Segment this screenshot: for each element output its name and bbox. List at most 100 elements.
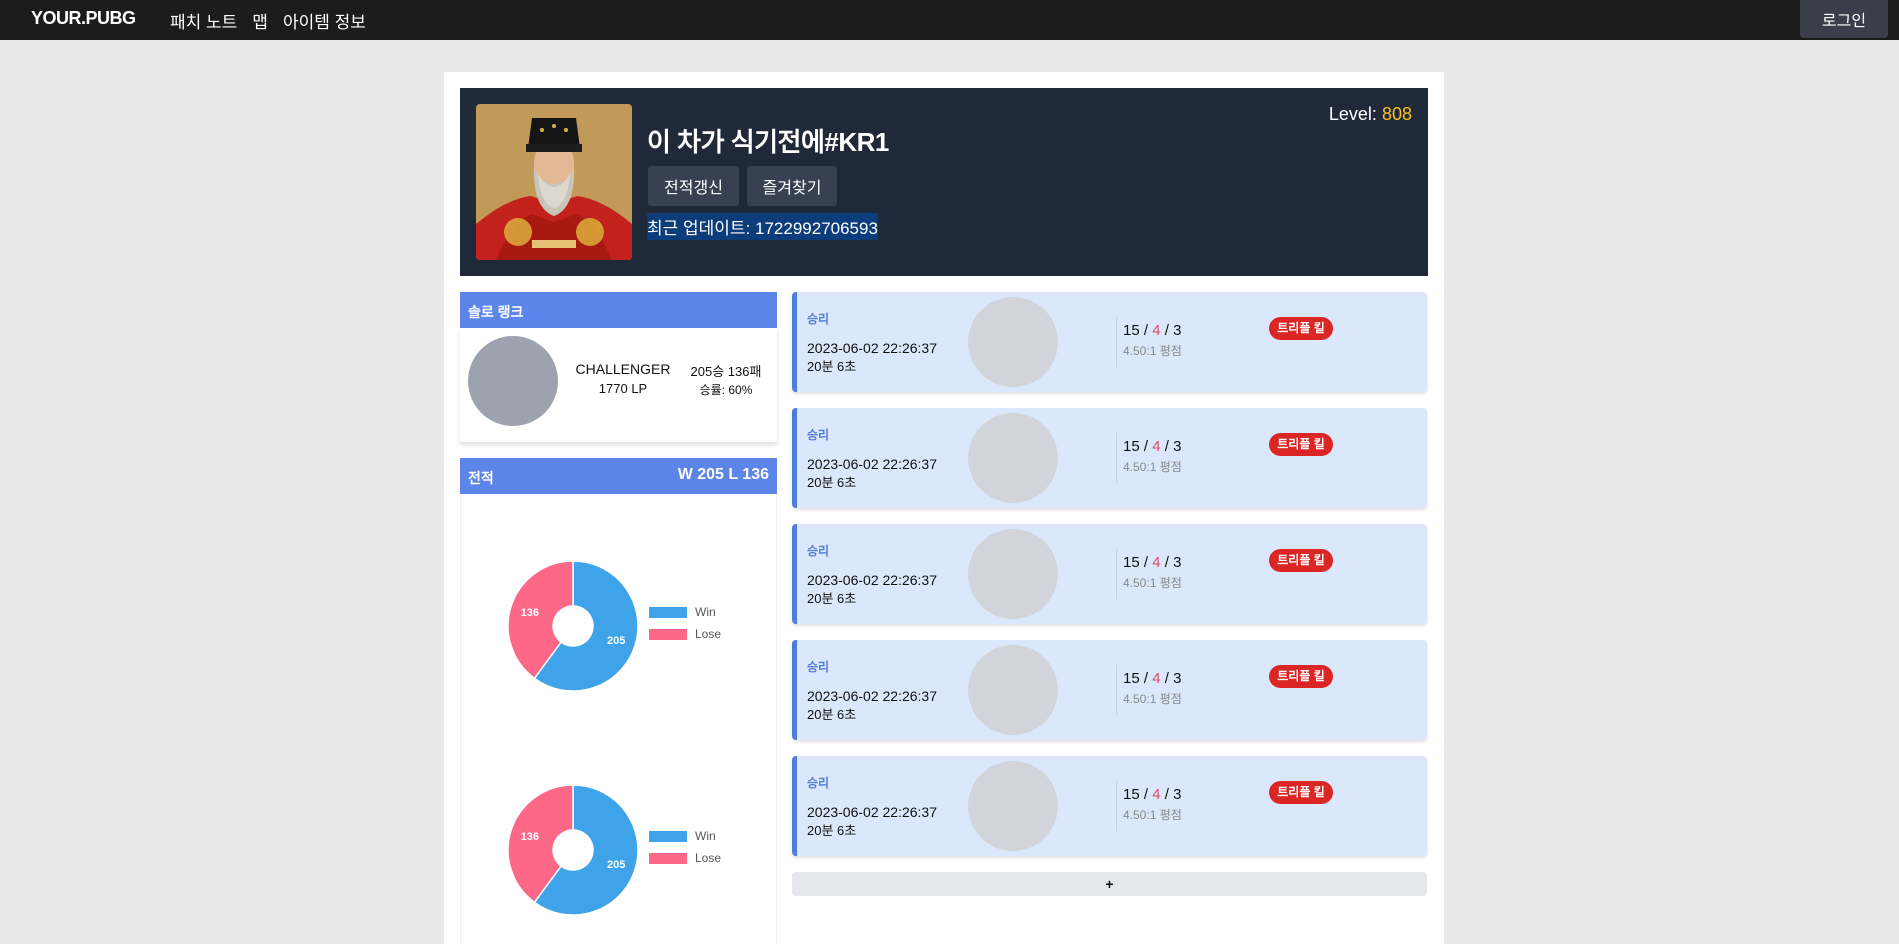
profile-avatar: [476, 104, 632, 260]
champion-icon: [968, 297, 1058, 387]
pie-chart-2-svg: 205 136: [507, 784, 639, 916]
match-kda-ratio: 4.50:1 평점: [1123, 692, 1182, 706]
last-updated: 최근 업데이트: 1722992706593: [647, 213, 878, 240]
load-more-button[interactable]: +: [792, 872, 1427, 896]
tier-winrate: 승률: 60%: [699, 383, 753, 397]
kda-kills: 15: [1123, 438, 1140, 455]
legend-swatch-lose: [649, 852, 687, 864]
solo-rank-title: 솔로 랭크: [468, 304, 524, 320]
tier-emblem-icon: [468, 336, 558, 426]
kda-deaths: 4: [1152, 438, 1161, 455]
kda-assists: 3: [1173, 670, 1182, 687]
divider: [1116, 317, 1117, 367]
kda-assists: 3: [1173, 786, 1182, 803]
pie-legend-1: Win Lose: [649, 601, 721, 645]
match-date: 2023-06-02 22:26:37: [807, 572, 937, 588]
legend-swatch-lose: [649, 628, 687, 640]
tier-name: CHALLENGER: [575, 361, 671, 377]
pie-legend-2: Win Lose: [649, 825, 721, 869]
nav-link-items[interactable]: 아이템 정보: [283, 8, 366, 33]
kda-assists: 3: [1173, 322, 1182, 339]
stats-body: 205 136 Win Lose 205 136 Win Lose: [460, 494, 777, 944]
match-card[interactable]: 승리 2023-06-02 22:26:37 20분 6초 15 / 4 / 3…: [792, 408, 1427, 508]
match-result: 승리: [807, 544, 830, 558]
kda-assists: 3: [1173, 438, 1182, 455]
level-display: Level: 808: [1329, 104, 1412, 125]
match-card[interactable]: 승리 2023-06-02 22:26:37 20분 6초 15 / 4 / 3…: [792, 524, 1427, 624]
nav-link-patch-notes[interactable]: 패치 노트: [170, 8, 237, 33]
match-result: 승리: [807, 312, 830, 326]
legend-swatch-win: [649, 830, 687, 842]
divider: [1116, 665, 1117, 715]
champion-icon: [968, 529, 1058, 619]
champion-icon: [968, 645, 1058, 735]
divider: [1116, 433, 1117, 483]
multikill-badge: 트리플 킬: [1269, 781, 1333, 804]
kda-deaths: 4: [1152, 786, 1161, 803]
solo-rank-body: CHALLENGER 1770 LP 205승 136패 승률: 60%: [460, 328, 777, 442]
match-date: 2023-06-02 22:26:37: [807, 804, 937, 820]
multikill-badge: 트리플 킬: [1269, 549, 1333, 572]
match-card[interactable]: 승리 2023-06-02 22:26:37 20분 6초 15 / 4 / 3…: [792, 640, 1427, 740]
match-date: 2023-06-02 22:26:37: [807, 456, 937, 472]
tier-record: 205승 136패: [690, 364, 762, 379]
pie-label-lose: 136: [521, 831, 539, 843]
pie-label-lose: 136: [521, 607, 539, 619]
stats-title: 전적: [468, 470, 494, 486]
match-duration: 20분 6초: [807, 591, 857, 606]
refresh-button[interactable]: 전적갱신: [648, 166, 739, 206]
match-kda-ratio: 4.50:1 평점: [1123, 576, 1182, 590]
pie-chart-1: 205 136 Win Lose: [461, 556, 778, 696]
match-duration: 20분 6초: [807, 707, 857, 722]
nav-link-map[interactable]: 맵: [252, 8, 268, 33]
kda-kills: 15: [1123, 554, 1140, 571]
match-date: 2023-06-02 22:26:37: [807, 340, 937, 356]
login-button[interactable]: 로그인: [1800, 0, 1888, 38]
match-result: 승리: [807, 776, 830, 790]
stats-summary: W 205 L 136: [677, 466, 769, 483]
legend-item-lose[interactable]: Lose: [649, 847, 721, 869]
level-value: 808: [1381, 104, 1412, 124]
nav-links: 패치 노트 맵 아이템 정보: [170, 8, 366, 33]
match-kda: 15 / 4 / 3: [1123, 554, 1182, 571]
pie-label-win: 205: [607, 859, 625, 871]
legend-label-lose: Lose: [695, 627, 722, 641]
match-kda: 15 / 4 / 3: [1123, 322, 1182, 339]
match-kda-ratio: 4.50:1 평점: [1123, 460, 1182, 474]
kda-kills: 15: [1123, 322, 1140, 339]
pie-chart-1-svg: 205 136: [507, 560, 639, 692]
favorite-button[interactable]: 즐겨찾기: [747, 166, 837, 206]
tier-lp: 1770 LP: [598, 381, 648, 396]
level-label: Level:: [1328, 104, 1377, 124]
match-duration: 20분 6초: [807, 475, 857, 490]
legend-item-win[interactable]: Win: [649, 601, 721, 623]
legend-label-win: Win: [695, 605, 716, 619]
divider: [1116, 781, 1117, 831]
match-result: 승리: [807, 660, 830, 674]
summoner-name: 이 차가 식기전에#KR1: [647, 127, 889, 157]
kda-kills: 15: [1123, 670, 1140, 687]
kda-deaths: 4: [1152, 670, 1161, 687]
multikill-badge: 트리플 킬: [1269, 317, 1333, 340]
champion-icon: [968, 761, 1058, 851]
pie-chart-2: 205 136 Win Lose: [461, 780, 778, 920]
match-duration: 20분 6초: [807, 359, 857, 374]
kda-assists: 3: [1173, 554, 1182, 571]
stats-header: 전적 W 205 L 136: [460, 458, 777, 494]
profile-header: 이 차가 식기전에#KR1 전적갱신 즐겨찾기 최근 업데이트: 1722992…: [460, 88, 1428, 276]
multikill-badge: 트리플 킬: [1269, 433, 1333, 456]
multikill-badge: 트리플 킬: [1269, 665, 1333, 688]
pie-label-win: 205: [607, 635, 625, 647]
legend-item-win[interactable]: Win: [649, 825, 721, 847]
legend-swatch-win: [649, 606, 687, 618]
kda-deaths: 4: [1152, 322, 1161, 339]
solo-rank-header: 솔로 랭크: [460, 292, 777, 328]
brand-logo[interactable]: YOUR.PUBG: [31, 8, 136, 29]
match-duration: 20분 6초: [807, 823, 857, 838]
top-navbar: YOUR.PUBG 패치 노트 맵 아이템 정보 로그인: [0, 0, 1899, 40]
match-date: 2023-06-02 22:26:37: [807, 688, 937, 704]
legend-item-lose[interactable]: Lose: [649, 623, 721, 645]
match-card[interactable]: 승리 2023-06-02 22:26:37 20분 6초 15 / 4 / 3…: [792, 292, 1427, 392]
match-card[interactable]: 승리 2023-06-02 22:26:37 20분 6초 15 / 4 / 3…: [792, 756, 1427, 856]
match-kda: 15 / 4 / 3: [1123, 786, 1182, 803]
